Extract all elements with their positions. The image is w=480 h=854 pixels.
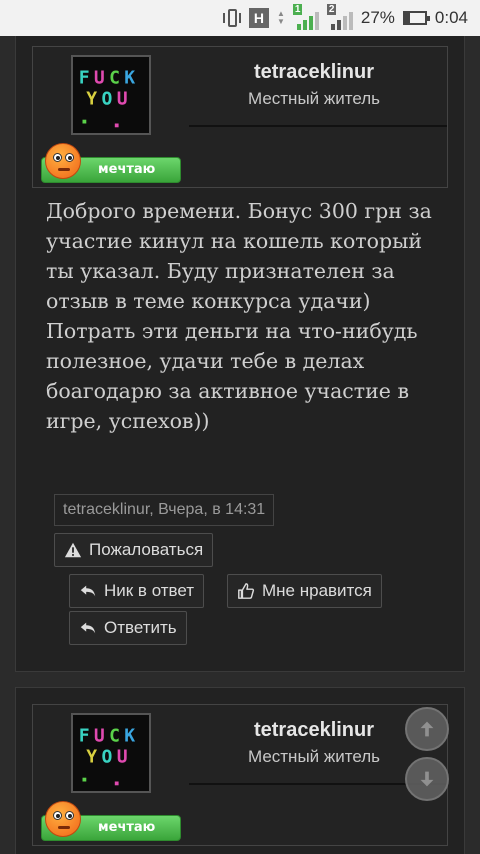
svg-text:U: U: [117, 747, 129, 768]
post-text: Доброго времени. Бонус 300 грн за участи…: [46, 199, 432, 433]
svg-text:F: F: [79, 726, 91, 747]
svg-text:F: F: [79, 68, 91, 89]
like-button[interactable]: Мне нравится: [227, 574, 382, 608]
svg-text:C: C: [109, 68, 121, 89]
svg-text:U: U: [117, 89, 129, 110]
scroll-up-button[interactable]: [405, 707, 449, 751]
sim2-signal-icon: 2: [326, 4, 353, 30]
like-label: Мне нравится: [262, 581, 372, 600]
svg-text:U: U: [94, 68, 106, 89]
author-title: Местный житель: [247, 89, 381, 108]
avatar-image: FUCK YOU: [73, 57, 149, 133]
battery-percent: 27%: [360, 8, 395, 27]
arrow-up-icon: [420, 721, 434, 737]
svg-text:C: C: [109, 726, 121, 747]
svg-text:K: K: [124, 726, 136, 747]
author-name[interactable]: tetraceklinur: [189, 61, 439, 84]
vibrate-icon: [222, 7, 241, 29]
reply-label: Ответить: [104, 618, 177, 637]
svg-text:Y: Y: [86, 747, 98, 768]
svg-text:O: O: [102, 89, 114, 110]
dreaming-smiley-icon: [45, 801, 81, 837]
author-name[interactable]: tetraceklinur: [189, 719, 439, 742]
avatar[interactable]: FUCK YOU: [71, 55, 151, 135]
author-title: Местный житель: [247, 747, 381, 766]
battery-icon: [402, 11, 430, 25]
nick-reply-button[interactable]: Ник в ответ: [69, 574, 205, 608]
forum-post: FUCK YOU мечтаю tetraceklinur Местный жи…: [15, 36, 465, 672]
svg-text:O: O: [102, 747, 114, 768]
avatar-image: FUCK YOU: [73, 715, 149, 791]
reply-button[interactable]: Ответить: [69, 611, 187, 645]
author-panel: FUCK YOU мечтаю tetraceklinur Местный жи…: [32, 704, 448, 846]
svg-text:U: U: [94, 726, 106, 747]
reply-arrow-icon: [80, 622, 96, 634]
status-bar: H ▲ ▼ 1 2 27% 0:04: [0, 0, 480, 36]
network-type: H: [248, 8, 269, 28]
report-label: Пожаловаться: [89, 540, 204, 559]
rank-label: мечтаю: [98, 162, 156, 177]
author-panel: FUCK YOU мечтаю tetraceklinur Местный жи…: [32, 46, 448, 188]
clock: 0:04: [434, 8, 468, 27]
forum-post: FUCK YOU мечтаю tetraceklinur Местный жи…: [15, 687, 465, 854]
thumbs-up-icon: [238, 583, 255, 599]
data-activity-icon: ▲ ▼: [276, 9, 285, 26]
nick-reply-label: Ник в ответ: [104, 581, 195, 600]
svg-text:K: K: [124, 68, 136, 89]
warning-icon: [64, 542, 82, 558]
author-divider: [189, 125, 447, 127]
arrow-down-icon: [420, 771, 434, 787]
svg-text:Y: Y: [86, 89, 98, 110]
post-meta[interactable]: tetraceklinur, Вчера, в 14:31: [54, 494, 275, 526]
rank-label: мечтаю: [98, 820, 156, 835]
scroll-down-button[interactable]: [405, 757, 449, 801]
sim1-signal-icon: 1: [292, 4, 319, 30]
report-button[interactable]: Пожаловаться: [54, 533, 214, 567]
dreaming-smiley-icon: [45, 143, 81, 179]
avatar[interactable]: FUCK YOU: [71, 713, 151, 793]
reply-arrow-icon: [80, 585, 96, 597]
